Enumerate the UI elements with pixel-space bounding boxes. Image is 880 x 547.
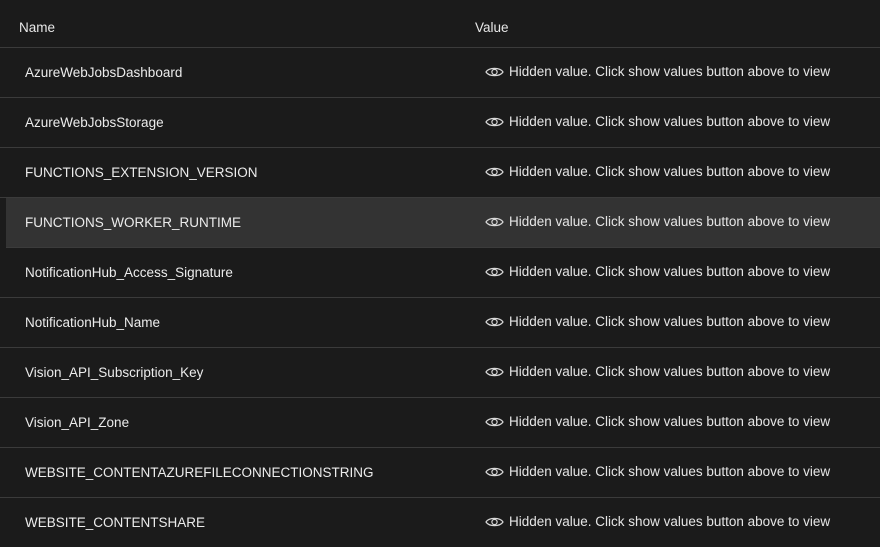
eye-icon — [485, 466, 504, 478]
setting-name: FUNCTIONS_EXTENSION_VERSION — [25, 165, 258, 180]
setting-name: NotificationHub_Name — [25, 315, 161, 330]
eye-icon — [485, 416, 504, 428]
hidden-value-text: Hidden value. Click show values button a… — [509, 164, 831, 179]
hidden-value-text: Hidden value. Click show values button a… — [509, 514, 831, 529]
eye-icon — [485, 66, 504, 78]
setting-name: Vision_API_Subscription_Key — [25, 365, 204, 380]
setting-name: WEBSITE_CONTENTSHARE — [25, 515, 206, 530]
table-row[interactable]: AzureWebJobsStorage Hidden value. Click s… — [0, 98, 880, 148]
table-row[interactable]: WEBSITE_CONTENTAZUREFILECONNECTIONSTRING… — [0, 448, 880, 498]
table-row[interactable]: AzureWebJobsDashboard Hidden value. Click… — [0, 48, 880, 98]
hidden-value-text: Hidden value. Click show values button a… — [509, 114, 831, 129]
setting-name: AzureWebJobsDashboard — [25, 65, 183, 80]
setting-value: Hidden value. Click show values button a… — [485, 314, 830, 329]
table-header: Name Value — [0, 0, 880, 48]
setting-value: Hidden value. Click show values button a… — [485, 164, 830, 179]
hidden-value-text: Hidden value. Click show values button a… — [509, 464, 831, 479]
setting-value: Hidden value. Click show values button a… — [485, 364, 830, 379]
setting-value: Hidden value. Click show values button a… — [485, 214, 830, 229]
setting-value: Hidden value. Click show values button a… — [485, 464, 830, 479]
table-row[interactable]: FUNCTIONS_WORKER_RUNTIME Hidden value. Cl… — [6, 198, 880, 248]
column-header-value[interactable]: Value — [475, 20, 509, 35]
app-settings-table: Name Value AzureWebJobsDashboard Hidden v… — [0, 0, 880, 547]
column-header-name[interactable]: Name — [19, 20, 55, 35]
setting-name: FUNCTIONS_WORKER_RUNTIME — [25, 215, 242, 230]
table-row[interactable]: Vision_API_Subscription_Key Hidden value.… — [0, 348, 880, 398]
hidden-value-text: Hidden value. Click show values button a… — [509, 314, 831, 329]
table-row[interactable]: Vision_API_Zone Hidden value. Click show … — [0, 398, 880, 448]
setting-value: Hidden value. Click show values button a… — [485, 414, 830, 429]
eye-icon — [485, 366, 504, 378]
hidden-value-text: Hidden value. Click show values button a… — [509, 364, 831, 379]
table-row[interactable]: FUNCTIONS_EXTENSION_VERSION Hidden value.… — [0, 148, 880, 198]
eye-icon — [485, 116, 504, 128]
setting-name: AzureWebJobsStorage — [25, 115, 164, 130]
setting-name: NotificationHub_Access_Signature — [25, 265, 233, 280]
setting-name: WEBSITE_CONTENTAZUREFILECONNECTIONSTRING — [25, 465, 374, 480]
table-body: AzureWebJobsDashboard Hidden value. Click… — [0, 48, 880, 547]
setting-value: Hidden value. Click show values button a… — [485, 64, 830, 79]
eye-icon — [485, 166, 504, 178]
setting-value: Hidden value. Click show values button a… — [485, 514, 830, 529]
table-row[interactable]: NotificationHub_Name Hidden value. Click … — [0, 298, 880, 348]
eye-icon — [485, 516, 504, 528]
hidden-value-text: Hidden value. Click show values button a… — [509, 264, 831, 279]
eye-icon — [485, 266, 504, 278]
setting-value: Hidden value. Click show values button a… — [485, 114, 830, 129]
table-row[interactable]: NotificationHub_Access_Signature Hidden v… — [0, 248, 880, 298]
setting-name: Vision_API_Zone — [25, 415, 130, 430]
eye-icon — [485, 216, 504, 228]
hidden-value-text: Hidden value. Click show values button a… — [509, 64, 831, 79]
hidden-value-text: Hidden value. Click show values button a… — [509, 414, 831, 429]
setting-value: Hidden value. Click show values button a… — [485, 264, 830, 279]
hidden-value-text: Hidden value. Click show values button a… — [509, 214, 831, 229]
table-row[interactable]: WEBSITE_CONTENTSHARE Hidden value. Click … — [0, 498, 880, 547]
eye-icon — [485, 316, 504, 328]
